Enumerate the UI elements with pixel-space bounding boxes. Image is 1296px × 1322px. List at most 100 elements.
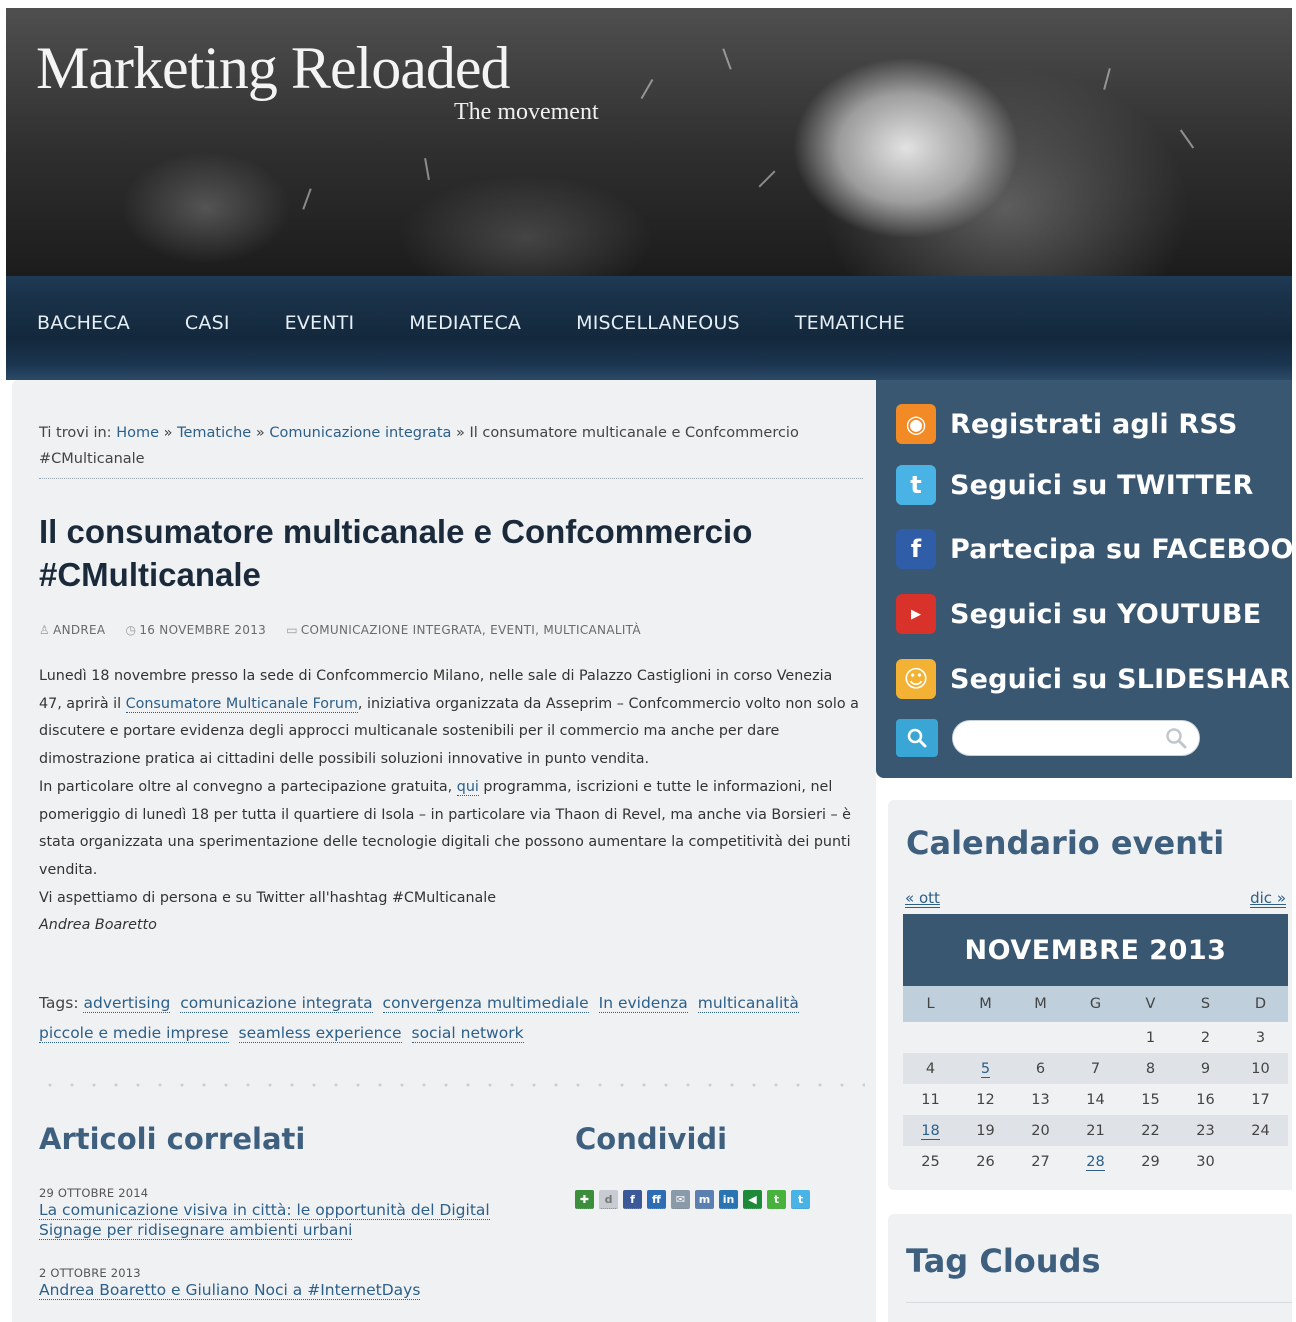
breadcrumb-tematiche-link[interactable]: Tematiche: [177, 425, 251, 441]
delicious-icon[interactable]: ✚: [575, 1190, 594, 1209]
myspace-icon[interactable]: m: [695, 1190, 714, 1209]
netvibes-icon[interactable]: ◀: [743, 1190, 762, 1209]
related-article: 29 OTTOBRE 2014 La comunicazione visiva …: [39, 1186, 539, 1240]
calendar-day: 10: [1233, 1053, 1288, 1084]
calendar-week: 18 19 20 21 22 23 24: [903, 1115, 1288, 1146]
tags-label: Tags:: [39, 994, 79, 1012]
calendar-day: 12: [976, 1091, 995, 1108]
site-subtitle: The movement: [454, 99, 599, 125]
social-twitter-link[interactable]: t Seguici su TWITTER: [896, 463, 1253, 507]
calendar-day: 16: [1196, 1091, 1215, 1108]
calendar-next-link[interactable]: dic »: [1250, 890, 1286, 908]
weekday-header: V: [1123, 986, 1178, 1022]
post-body: Lunedì 18 novembre presso la sede di Con…: [39, 663, 859, 940]
rss-icon: ◉: [896, 404, 936, 444]
nav-item-bacheca[interactable]: BACHECA: [6, 298, 155, 348]
twitter-icon: t: [896, 465, 936, 505]
post-categories[interactable]: COMUNICAZIONE INTEGRATA, EVENTI, MULTICA…: [301, 623, 641, 637]
calendar-day: [1233, 1146, 1288, 1177]
nav-item-miscellaneous[interactable]: MISCELLANEOUS: [546, 298, 765, 348]
calendar-week: 1 2 3: [903, 1022, 1288, 1053]
calendar-day: 2: [1200, 1029, 1211, 1046]
calendar-day: 11: [921, 1091, 940, 1108]
breadcrumb-home-link[interactable]: Home: [116, 425, 159, 441]
tag-link[interactable]: social network: [411, 1024, 524, 1043]
calendar-day[interactable]: 18: [903, 1115, 958, 1146]
related-link[interactable]: Andrea Boaretto e Giuliano Noci a #Inter…: [39, 1280, 539, 1300]
social-slideshare-link[interactable]: ☺ Seguici su SLIDESHARE: [896, 657, 1296, 701]
post-tags: Tags: advertising comunicazione integrat…: [39, 988, 849, 1048]
calendar-week: 4 5 6 7 8 9 10: [903, 1053, 1288, 1084]
tag-link[interactable]: In evidenza: [598, 994, 688, 1013]
main-nav: BACHECA CASI EVENTI MEDIATECA MISCELLANE…: [6, 276, 1292, 380]
post-author[interactable]: ANDREA: [53, 623, 105, 637]
calendar-day: 7: [1068, 1053, 1123, 1084]
social-panel: ◉ Registrati agli RSS t Seguici su TWITT…: [876, 380, 1296, 778]
calendar-day: [1013, 1022, 1068, 1053]
calendar-week: 25 26 27 28 29 30: [903, 1146, 1288, 1177]
site-title[interactable]: Marketing Reloaded: [36, 38, 511, 98]
tag-link[interactable]: multicanalità: [697, 994, 799, 1013]
nav-item-eventi[interactable]: EVENTI: [255, 298, 380, 348]
email-icon[interactable]: ✉: [671, 1190, 690, 1209]
calendar-day: 6: [1013, 1053, 1068, 1084]
tag-link[interactable]: convergenza multimediale: [382, 994, 589, 1013]
digg-icon[interactable]: d: [599, 1190, 618, 1209]
main-content: Ti trovi in: Home » Tematiche » Comunica…: [12, 380, 876, 1322]
user-icon: ♙: [39, 623, 51, 637]
calendar-day[interactable]: 28: [1068, 1146, 1123, 1177]
related-date: 29 OTTOBRE 2014: [39, 1186, 149, 1200]
calendar-day: 13: [1031, 1091, 1050, 1108]
linkedin-icon[interactable]: in: [719, 1190, 738, 1209]
weekday-header: D: [1233, 986, 1288, 1022]
breadcrumb-divider: [39, 478, 863, 479]
calendar-day: 19: [958, 1115, 1013, 1146]
post-paragraph: Vi aspettiamo di persona e su Twitter al…: [39, 889, 497, 906]
post-title: Il consumatore multicanale e Confcommerc…: [39, 513, 753, 593]
clock-icon: ◷: [125, 623, 137, 637]
nav-item-tematiche[interactable]: TEMATICHE: [765, 298, 930, 348]
calendar-day[interactable]: 5: [958, 1053, 1013, 1084]
social-facebook-link[interactable]: f Partecipa su FACEBOOK: [896, 527, 1296, 571]
folder-icon: ▭: [286, 623, 298, 637]
facebook-icon[interactable]: f: [623, 1190, 642, 1209]
social-rss-link[interactable]: ◉ Registrati agli RSS: [896, 402, 1238, 446]
friendfeed-icon[interactable]: ff: [647, 1190, 666, 1209]
calendar-day: 4: [903, 1053, 958, 1084]
tag-link[interactable]: piccole e medie imprese: [39, 1024, 229, 1043]
calendar-week: 11 12 13 14 15 16 17: [903, 1084, 1288, 1115]
calendar-widget: Calendario eventi « ott dic » NOVEMBRE 2…: [888, 800, 1292, 1190]
tag-link[interactable]: comunicazione integrata: [180, 994, 373, 1013]
calendar-day: 1: [1145, 1029, 1156, 1046]
tag-link[interactable]: seamless experience: [238, 1024, 402, 1043]
tag-cloud-divider: [906, 1302, 1292, 1303]
search-button[interactable]: [896, 719, 938, 757]
calendar-prev-link[interactable]: « ott: [905, 890, 940, 908]
breadcrumb-category-link[interactable]: Comunicazione integrata: [269, 425, 451, 441]
breadcrumb: Ti trovi in: Home » Tematiche » Comunica…: [39, 420, 839, 472]
section-divider: [39, 1080, 865, 1090]
forum-link[interactable]: Consumatore Multicanale Forum: [125, 695, 358, 713]
calendar-day: 23: [1178, 1115, 1233, 1146]
program-link[interactable]: qui: [456, 778, 479, 796]
technorati-icon[interactable]: t: [767, 1190, 786, 1209]
related-heading: Articoli correlati: [39, 1122, 306, 1156]
calendar-grid: L M M G V S D 1 2 3 4 5 6 7 8 9 10 11 12 13 14 15 16 17 1…: [903, 986, 1288, 1177]
tag-link[interactable]: advertising: [83, 994, 171, 1013]
search-input[interactable]: [952, 720, 1200, 756]
nav-item-mediateca[interactable]: MEDIATECA: [379, 298, 546, 348]
calendar-day: 25: [921, 1153, 940, 1170]
calendar-day: 27: [1031, 1153, 1050, 1170]
tag-cloud-widget: Tag Clouds: [888, 1214, 1292, 1322]
related-link[interactable]: La comunicazione visiva in città: le opp…: [39, 1200, 539, 1240]
social-youtube-link[interactable]: ▶ Seguici su YOUTUBE: [896, 592, 1261, 636]
share-heading: Condividi: [575, 1122, 728, 1156]
breadcrumb-separator: »: [163, 425, 173, 441]
share-icons: ✚ d f ff ✉ m in ◀ t t: [575, 1190, 825, 1209]
header-banner: Marketing Reloaded The movement: [6, 8, 1292, 276]
twitter-icon[interactable]: t: [791, 1190, 810, 1209]
calendar-day: 20: [1013, 1115, 1068, 1146]
post-date: 16 NOVEMBRE 2013: [139, 623, 267, 637]
tag-cloud-title: Tag Clouds: [906, 1242, 1101, 1280]
nav-item-casi[interactable]: CASI: [155, 298, 255, 348]
